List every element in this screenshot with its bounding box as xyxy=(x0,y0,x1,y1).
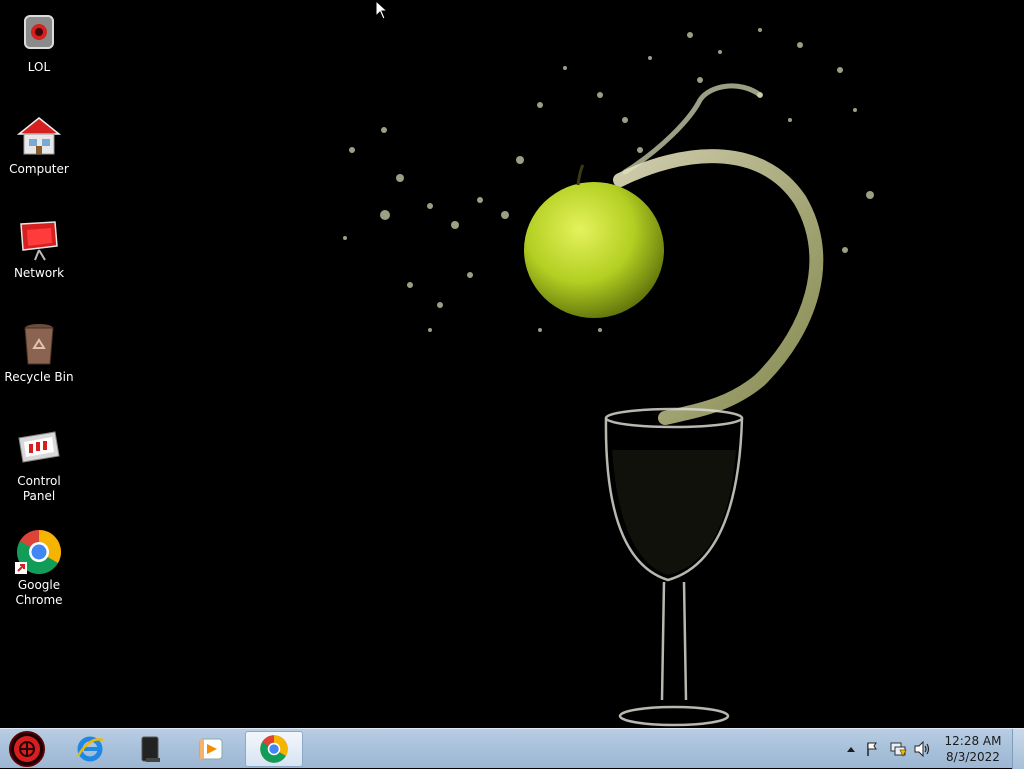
desktop-icon-label: Network xyxy=(13,266,65,280)
chrome-icon xyxy=(15,530,61,574)
desktop-icon-label: Google Chrome xyxy=(15,578,63,607)
desktop-icon-google-chrome[interactable]: Google Chrome xyxy=(0,528,78,608)
desktop-icon-network[interactable]: Network xyxy=(0,216,78,281)
desktop-icon-control-panel[interactable]: Control Panel xyxy=(0,424,78,504)
desktop-icon-label: Recycle Bin xyxy=(4,370,74,384)
start-button[interactable] xyxy=(4,730,50,768)
chrome-icon xyxy=(260,735,288,763)
clock-date: 8/3/2022 xyxy=(946,750,1000,764)
taskbar-button-media-player[interactable] xyxy=(182,731,240,767)
show-desktop-button[interactable] xyxy=(1012,729,1024,769)
desktop-icon-label: Control Panel xyxy=(17,474,61,503)
recycle-bin-icon xyxy=(24,324,54,365)
clock-time: 12:28 AM xyxy=(944,734,1002,748)
system-clock[interactable]: 12:28 AM 8/3/2022 xyxy=(940,733,1006,765)
computer-icon xyxy=(16,117,62,155)
desktop-icon-computer[interactable]: Computer xyxy=(0,112,78,177)
desktop[interactable]: LOL Computer Network Recycle Bin Control… xyxy=(0,0,1024,728)
taskbar-button-media-center[interactable] xyxy=(120,731,178,767)
start-orb-icon xyxy=(9,731,45,767)
desktop-icon-recycle-bin[interactable]: Recycle Bin xyxy=(0,320,78,385)
media-center-icon xyxy=(141,736,160,762)
taskbar-button-internet-explorer[interactable] xyxy=(61,731,119,767)
desktop-icon-lol[interactable]: LOL xyxy=(0,10,78,75)
taskbar-button-google-chrome[interactable] xyxy=(245,731,303,767)
control-panel-icon xyxy=(18,431,60,463)
apple-image xyxy=(524,182,664,318)
lol-app-icon xyxy=(24,15,54,49)
desktop-icon-label: Computer xyxy=(9,162,69,176)
show-hidden-icons-arrow-icon[interactable] xyxy=(842,740,860,758)
desktop-icon-label: LOL xyxy=(27,60,51,74)
media-player-icon xyxy=(199,738,223,760)
mouse-cursor-icon xyxy=(375,0,389,20)
internet-explorer-icon xyxy=(76,736,104,762)
taskbar: 12:28 AM 8/3/2022 xyxy=(0,728,1024,769)
wallpaper-image xyxy=(343,28,874,727)
network-status-icon[interactable] xyxy=(889,740,907,758)
volume-icon[interactable] xyxy=(913,740,931,758)
network-icon xyxy=(20,221,58,261)
action-center-flag-icon[interactable] xyxy=(864,740,882,758)
